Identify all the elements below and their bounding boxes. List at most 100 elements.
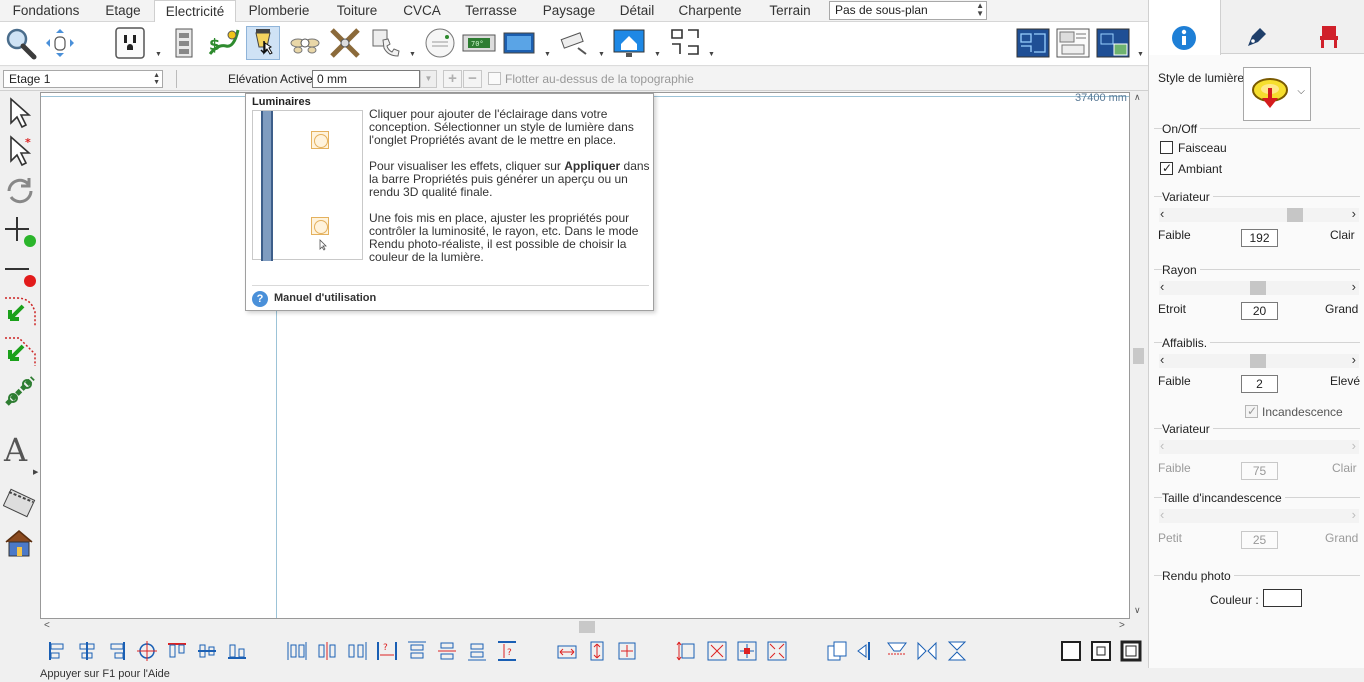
elevation-input[interactable]: 0 mm bbox=[312, 70, 420, 88]
tab-fondations[interactable]: Fondations bbox=[0, 0, 92, 22]
light-style-selector[interactable]: ⌵ bbox=[1243, 67, 1311, 121]
attenuation-slider-thumb[interactable] bbox=[1250, 354, 1266, 368]
slider-left-arrow-icon[interactable]: ‹ bbox=[1160, 352, 1164, 367]
pan-tool-button[interactable] bbox=[43, 26, 77, 60]
phone-dropdown-arrow-icon[interactable]: ▼ bbox=[409, 51, 416, 58]
radius-value-input[interactable]: 20 bbox=[1241, 302, 1278, 320]
radius-slider[interactable]: ‹ › bbox=[1159, 279, 1359, 295]
select-tool-button[interactable] bbox=[3, 96, 37, 130]
dimmer-slider[interactable]: ‹ › bbox=[1159, 206, 1359, 222]
elevation-minus-button[interactable]: − bbox=[463, 70, 482, 88]
layout-view-button[interactable] bbox=[1056, 26, 1090, 60]
rotate-tool-button[interactable] bbox=[3, 174, 37, 208]
mirror-vertical-button[interactable] bbox=[946, 640, 968, 662]
match-width-button[interactable] bbox=[556, 640, 578, 662]
slider-right-arrow-icon[interactable]: › bbox=[1352, 352, 1356, 367]
plan-view-button[interactable] bbox=[1016, 26, 1050, 60]
zoom-tool-button[interactable] bbox=[3, 26, 37, 60]
frame-border-button[interactable] bbox=[1120, 640, 1142, 662]
distribute-top-button[interactable] bbox=[406, 640, 428, 662]
light-color-swatch[interactable] bbox=[1263, 589, 1302, 607]
home-automation-tool-button[interactable] bbox=[612, 26, 646, 60]
tab-plomberie[interactable]: Plomberie bbox=[236, 0, 322, 22]
space-horizontal-button[interactable]: ? bbox=[376, 640, 398, 662]
distribute-bottom-button[interactable] bbox=[466, 640, 488, 662]
select-multiple-tool-button[interactable]: * bbox=[3, 134, 37, 168]
expand-corners-button[interactable] bbox=[766, 640, 788, 662]
scroll-right-icon[interactable]: > bbox=[1119, 620, 1125, 631]
chamfer-tool-button[interactable] bbox=[3, 334, 37, 368]
align-right-button[interactable] bbox=[106, 640, 128, 662]
copy-paste-button[interactable] bbox=[826, 640, 848, 662]
mirror-left-button[interactable] bbox=[856, 640, 878, 662]
wire-tool-button[interactable]: $ bbox=[206, 26, 240, 60]
thermostat-tool-button[interactable]: 70° bbox=[462, 26, 496, 60]
tab-toiture[interactable]: Toiture bbox=[322, 0, 392, 22]
camera-dropdown-arrow-icon[interactable]: ▼ bbox=[598, 51, 605, 58]
tab-electricite[interactable]: Electricité bbox=[154, 0, 236, 23]
frame-picture-button[interactable] bbox=[1090, 640, 1112, 662]
floor-select[interactable]: Etage 1 ▲ ▼ bbox=[3, 70, 163, 88]
tab-paysage[interactable]: Paysage bbox=[530, 0, 608, 22]
outlet-dropdown-arrow-icon[interactable]: ▼ bbox=[155, 51, 162, 58]
circuit-tool-button[interactable] bbox=[668, 26, 702, 60]
resize-vertical-button[interactable] bbox=[676, 640, 698, 662]
scroll-up-icon[interactable]: ∧ bbox=[1134, 92, 1141, 103]
help-manual-link[interactable]: Manuel d'utilisation bbox=[274, 292, 376, 304]
delete-point-tool-button[interactable] bbox=[3, 254, 37, 288]
dimmer-value-input[interactable]: 192 bbox=[1241, 229, 1278, 247]
distribute-center-button[interactable] bbox=[316, 640, 338, 662]
tab-cvca[interactable]: CVCA bbox=[392, 0, 452, 22]
join-tool-button[interactable] bbox=[3, 374, 37, 408]
elevation-dropdown-icon[interactable]: ▼ bbox=[420, 70, 437, 88]
center-both-button[interactable] bbox=[136, 640, 158, 662]
slider-right-arrow-icon[interactable]: › bbox=[1352, 206, 1356, 221]
vertical-scrollbar[interactable]: ∧ ∨ bbox=[1130, 92, 1147, 619]
distribute-right-button[interactable] bbox=[346, 640, 368, 662]
slider-left-arrow-icon[interactable]: ‹ bbox=[1160, 279, 1164, 294]
float-topography-checkbox[interactable] bbox=[488, 72, 501, 85]
slider-left-arrow-icon[interactable]: ‹ bbox=[1160, 206, 1164, 221]
tv-dropdown-arrow-icon[interactable]: ▼ bbox=[544, 51, 551, 58]
match-size-button[interactable] bbox=[616, 640, 638, 662]
mirror-horizontal-button[interactable] bbox=[916, 640, 938, 662]
detector-tool-button[interactable] bbox=[423, 26, 457, 60]
center-object-button[interactable] bbox=[736, 640, 758, 662]
mirror-top-button[interactable] bbox=[886, 640, 908, 662]
incandescence-checkbox[interactable] bbox=[1245, 404, 1258, 418]
3d-view-button[interactable] bbox=[1096, 26, 1130, 60]
ambiant-checkbox[interactable] bbox=[1160, 161, 1173, 175]
subplan-select[interactable]: Pas de sous-plan ▲ ▼ bbox=[829, 1, 987, 20]
fan-blades-tool-button[interactable] bbox=[328, 26, 362, 60]
slider-right-arrow-icon[interactable]: › bbox=[1352, 279, 1356, 294]
space-vertical-button[interactable]: ? bbox=[496, 640, 518, 662]
dimmer-slider-thumb[interactable] bbox=[1287, 208, 1303, 222]
ceiling-fan-tool-button[interactable] bbox=[288, 26, 322, 60]
scroll-left-icon[interactable]: < bbox=[44, 620, 50, 631]
tab-properties-furniture[interactable] bbox=[1293, 0, 1364, 54]
align-left-button[interactable] bbox=[46, 640, 68, 662]
camera-clip-tool-button[interactable] bbox=[2, 486, 37, 520]
distribute-horizontal-button[interactable] bbox=[286, 640, 308, 662]
match-height-button[interactable] bbox=[586, 640, 608, 662]
television-tool-button[interactable] bbox=[502, 26, 536, 60]
light-fixture-tool-button[interactable] bbox=[246, 26, 280, 60]
add-point-tool-button[interactable] bbox=[3, 214, 37, 248]
frame-single-button[interactable] bbox=[1060, 640, 1082, 662]
attenuation-slider[interactable]: ‹ › bbox=[1159, 352, 1359, 368]
tab-detail[interactable]: Détail bbox=[608, 0, 666, 22]
house-view-tool-button[interactable] bbox=[3, 526, 37, 560]
fillet-tool-button[interactable] bbox=[3, 294, 37, 328]
switch-tool-button[interactable] bbox=[168, 26, 202, 60]
view-dropdown-arrow-icon[interactable]: ▼ bbox=[1137, 51, 1144, 58]
horizontal-scrollbar[interactable]: < > bbox=[40, 619, 1130, 635]
automation-dropdown-arrow-icon[interactable]: ▼ bbox=[654, 51, 661, 58]
align-bottom-button[interactable] bbox=[226, 640, 248, 662]
text-tool-button[interactable]: A bbox=[3, 430, 37, 469]
tab-properties-info[interactable] bbox=[1149, 0, 1221, 55]
faisceau-checkbox[interactable] bbox=[1160, 141, 1173, 154]
shrink-button[interactable] bbox=[706, 640, 728, 662]
elevation-plus-button[interactable]: + bbox=[443, 70, 462, 88]
tab-etage[interactable]: Etage bbox=[92, 0, 154, 22]
tab-properties-style[interactable] bbox=[1221, 0, 1293, 54]
